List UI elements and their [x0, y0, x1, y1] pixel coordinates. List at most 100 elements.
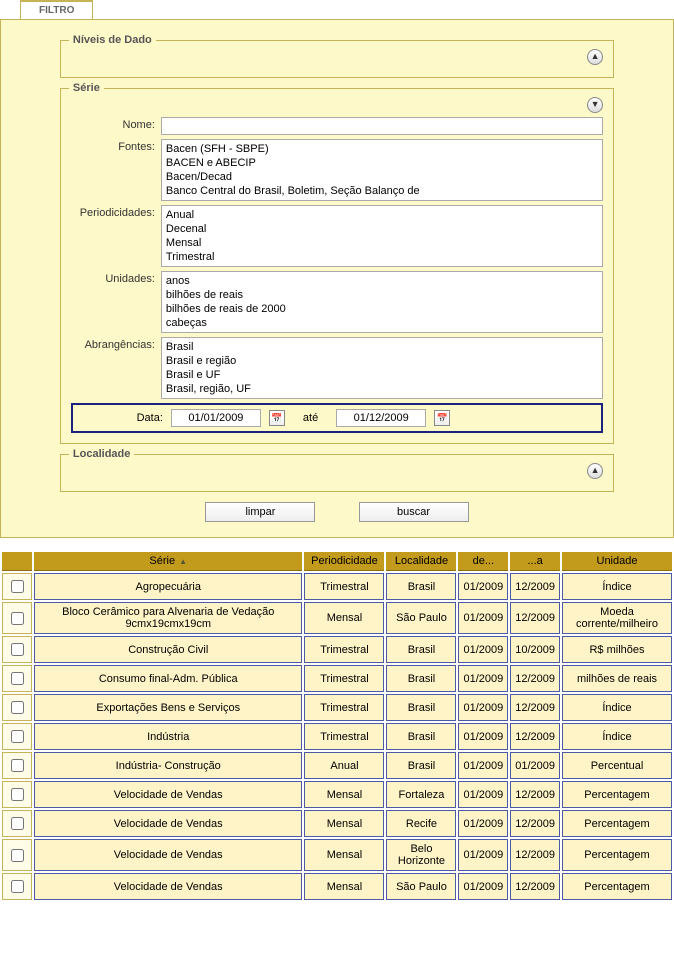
cell-unidade: Percentual: [562, 752, 672, 779]
list-item[interactable]: Banco Central do Brasil, Boletim, Seção …: [164, 184, 600, 198]
row-checkbox[interactable]: [11, 580, 24, 593]
cell-a: 12/2009: [510, 602, 560, 634]
label-nome: Nome:: [71, 117, 161, 131]
calendar-to-icon[interactable]: 📅: [434, 410, 450, 426]
row-checkbox-cell: [2, 873, 32, 900]
cell-a: 12/2009: [510, 694, 560, 721]
list-item[interactable]: anos: [164, 274, 600, 288]
cell-serie: Agropecuária: [34, 573, 302, 600]
col-localidade[interactable]: Localidade: [386, 552, 456, 571]
list-item[interactable]: Brasil e UF: [164, 368, 600, 382]
cell-localidade: Fortaleza: [386, 781, 456, 808]
list-item[interactable]: bilhões de reais de 2000: [164, 302, 600, 316]
collapse-localidade-icon[interactable]: ▲: [587, 463, 603, 479]
cell-localidade: Brasil: [386, 752, 456, 779]
cell-localidade: Recife: [386, 810, 456, 837]
cell-serie: Consumo final-Adm. Pública: [34, 665, 302, 692]
limpar-button[interactable]: limpar: [205, 502, 315, 522]
row-checkbox[interactable]: [11, 849, 24, 862]
cell-unidade: Percentagem: [562, 839, 672, 871]
cell-de: 01/2009: [458, 781, 508, 808]
listbox-periodicidades[interactable]: AnualDecenalMensalTrimestral: [161, 205, 603, 267]
row-checkbox[interactable]: [11, 672, 24, 685]
collapse-serie-icon[interactable]: ▼: [587, 97, 603, 113]
list-item[interactable]: Decenal: [164, 222, 600, 236]
cell-periodicidade: Mensal: [304, 781, 384, 808]
buscar-button[interactable]: buscar: [359, 502, 469, 522]
list-item[interactable]: Mensal: [164, 236, 600, 250]
list-item[interactable]: bilhões de reais: [164, 288, 600, 302]
cell-localidade: Brasil: [386, 636, 456, 663]
col-de[interactable]: de...: [458, 552, 508, 571]
cell-de: 01/2009: [458, 665, 508, 692]
collapse-niveis-icon[interactable]: ▲: [587, 49, 603, 65]
cell-periodicidade: Trimestral: [304, 573, 384, 600]
row-checkbox[interactable]: [11, 880, 24, 893]
list-item[interactable]: Bacen/Decad: [164, 170, 600, 184]
cell-periodicidade: Mensal: [304, 839, 384, 871]
input-data-from[interactable]: [171, 409, 261, 427]
button-row: limpar buscar: [11, 502, 663, 522]
col-serie[interactable]: Série▲: [34, 552, 302, 571]
input-data-to[interactable]: [336, 409, 426, 427]
cell-de: 01/2009: [458, 723, 508, 750]
label-ate: até: [293, 412, 328, 424]
row-checkbox[interactable]: [11, 643, 24, 656]
col-periodicidade[interactable]: Periodicidade: [304, 552, 384, 571]
cell-a: 12/2009: [510, 781, 560, 808]
row-checkbox[interactable]: [11, 788, 24, 801]
row-checkbox[interactable]: [11, 759, 24, 772]
row-checkbox[interactable]: [11, 701, 24, 714]
row-checkbox-cell: [2, 573, 32, 600]
fieldset-niveis: Níveis de Dado ▲: [60, 40, 614, 78]
table-header-row: Série▲ Periodicidade Localidade de... ..…: [2, 552, 672, 571]
table-row: Velocidade de VendasMensalSão Paulo01/20…: [2, 873, 672, 900]
list-item[interactable]: Bacen (SFH - SBPE): [164, 142, 600, 156]
row-checkbox-cell: [2, 810, 32, 837]
cell-periodicidade: Trimestral: [304, 636, 384, 663]
fieldset-localidade: Localidade ▲: [60, 454, 614, 492]
cell-a: 12/2009: [510, 723, 560, 750]
col-a[interactable]: ...a: [510, 552, 560, 571]
fieldset-serie: Série ▼ Nome: Fontes: Bacen (SFH - SBPE)…: [60, 88, 614, 444]
cell-de: 01/2009: [458, 810, 508, 837]
row-checkbox[interactable]: [11, 730, 24, 743]
listbox-fontes[interactable]: Bacen (SFH - SBPE)BACEN e ABECIPBacen/De…: [161, 139, 603, 201]
list-item[interactable]: Brasil, região, UF: [164, 382, 600, 396]
cell-serie: Exportações Bens e Serviços: [34, 694, 302, 721]
table-row: Velocidade de VendasMensalBelo Horizonte…: [2, 839, 672, 871]
cell-serie: Indústria: [34, 723, 302, 750]
input-nome[interactable]: [161, 117, 603, 135]
table-row: AgropecuáriaTrimestralBrasil01/200912/20…: [2, 573, 672, 600]
list-item[interactable]: cabeças: [164, 316, 600, 330]
cell-unidade: R$ milhões: [562, 636, 672, 663]
label-data: Data:: [79, 412, 163, 424]
cell-unidade: Índice: [562, 573, 672, 600]
list-item[interactable]: Brasil: [164, 340, 600, 354]
cell-unidade: Percentagem: [562, 873, 672, 900]
row-checkbox[interactable]: [11, 817, 24, 830]
tab-filtro[interactable]: FILTRO: [20, 0, 93, 19]
tab-bar: FILTRO: [0, 0, 674, 20]
cell-a: 12/2009: [510, 873, 560, 900]
cell-de: 01/2009: [458, 694, 508, 721]
list-item[interactable]: Brasil e região: [164, 354, 600, 368]
listbox-abrangencias[interactable]: BrasilBrasil e regiãoBrasil e UFBrasil, …: [161, 337, 603, 399]
cell-periodicidade: Trimestral: [304, 665, 384, 692]
cell-de: 01/2009: [458, 873, 508, 900]
row-checkbox-cell: [2, 636, 32, 663]
row-fontes: Fontes: Bacen (SFH - SBPE)BACEN e ABECIP…: [71, 139, 603, 201]
filter-panel: Níveis de Dado ▲ Série ▼ Nome: Fontes: B…: [0, 20, 674, 538]
table-row: Velocidade de VendasMensalRecife01/20091…: [2, 810, 672, 837]
listbox-unidades[interactable]: anosbilhões de reaisbilhões de reais de …: [161, 271, 603, 333]
list-item[interactable]: Anual: [164, 208, 600, 222]
row-data: Data: 📅 até 📅: [71, 403, 603, 433]
list-item[interactable]: BACEN e ABECIP: [164, 156, 600, 170]
cell-unidade: Percentagem: [562, 781, 672, 808]
list-item[interactable]: Trimestral: [164, 250, 600, 264]
col-unidade[interactable]: Unidade: [562, 552, 672, 571]
calendar-from-icon[interactable]: 📅: [269, 410, 285, 426]
row-checkbox[interactable]: [11, 612, 24, 625]
cell-periodicidade: Anual: [304, 752, 384, 779]
list-item[interactable]: Banco Central, ABECIP e CAIXA: [164, 198, 600, 201]
